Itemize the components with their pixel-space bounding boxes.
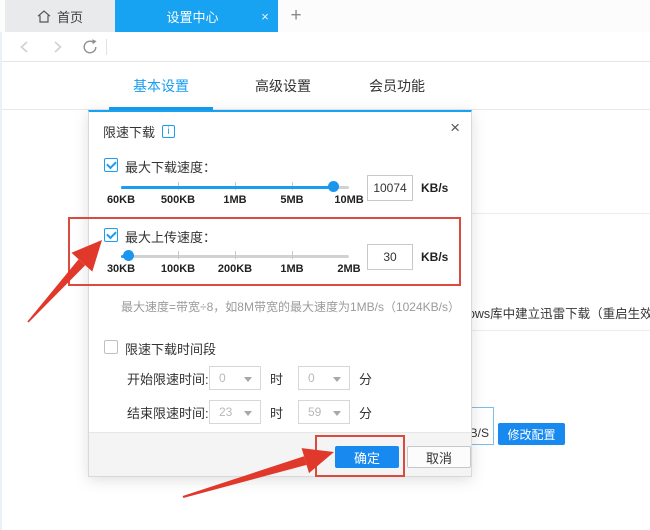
home-icon [37, 10, 51, 23]
new-tab-button[interactable]: + [283, 0, 309, 32]
upload-speed-input[interactable] [367, 244, 413, 270]
download-speed-input[interactable] [367, 175, 413, 201]
window-left-edge [0, 32, 2, 530]
slider-tick [292, 251, 293, 259]
speed-unit-fragment: B/S [470, 426, 489, 440]
start-minute-dropdown[interactable]: 0 [298, 366, 350, 390]
hour-unit: 时 [270, 403, 283, 422]
schedule-checkbox[interactable] [104, 340, 118, 354]
navigation-bar [0, 32, 650, 62]
slider-tick [235, 251, 236, 259]
end-minute-dropdown[interactable]: 59 [298, 400, 350, 424]
start-minute-value: 0 [308, 371, 315, 385]
tick-label: 10MB [334, 194, 363, 206]
tab-home-label: 首页 [57, 7, 83, 26]
download-speed-unit: KB/s [421, 181, 448, 195]
tick-label: 100KB [161, 263, 195, 275]
end-time-label: 结束限速时间: [127, 403, 209, 422]
tick-label: 5MB [280, 194, 303, 206]
upload-speed-unit: KB/s [421, 250, 448, 264]
tab-basic-settings[interactable]: 基本设置 [109, 62, 213, 110]
tick-label: 60KB [107, 194, 135, 206]
minute-unit: 分 [359, 403, 372, 422]
upload-speed-slider[interactable]: 30KB 100KB 200KB 1MB 2MB [121, 247, 349, 283]
chevron-down-icon [244, 411, 252, 416]
app-window: 首页 设置中心 × + 基本设置 高级设置 会员功能 dows库中建立 [0, 0, 650, 530]
section-divider [455, 330, 650, 331]
background-setting-text: dows库中建立迅雷下载（重启生效） [461, 303, 650, 322]
tab-settings-label: 设置中心 [115, 7, 252, 26]
section-divider [455, 213, 650, 214]
dialog-title-text: 限速下载 [103, 122, 155, 141]
speed-limit-dialog: 限速下载 i × 最大下载速度： 60KB 500KB 1MB 5MB 10MB… [88, 110, 472, 477]
refresh-icon[interactable] [78, 32, 102, 62]
ok-button[interactable]: 确定 [335, 446, 399, 468]
tick-label: 30KB [107, 263, 135, 275]
tick-label: 2MB [337, 263, 360, 275]
hour-unit: 时 [270, 369, 283, 388]
chevron-down-icon [244, 377, 252, 382]
tab-settings-center[interactable]: 设置中心 × [115, 0, 278, 32]
dialog-close-icon[interactable]: × [450, 118, 460, 138]
cancel-button[interactable]: 取消 [407, 446, 471, 468]
download-speed-label: 最大下载速度： [125, 157, 216, 176]
tick-label: 200KB [218, 263, 252, 275]
info-icon[interactable]: i [162, 125, 175, 138]
end-hour-value: 23 [219, 405, 232, 419]
slider-fill [121, 186, 333, 189]
modify-config-button[interactable]: 修改配置 [498, 423, 565, 445]
start-time-label: 开始限速时间: [127, 369, 209, 388]
download-speed-checkbox[interactable] [104, 158, 118, 172]
tick-label: 1MB [280, 263, 303, 275]
dialog-footer: 确定 取消 [89, 432, 471, 476]
tick-label: 1MB [223, 194, 246, 206]
tab-close-icon[interactable]: × [252, 9, 278, 24]
download-speed-slider[interactable]: 60KB 500KB 1MB 5MB 10MB [121, 178, 349, 214]
back-icon[interactable] [12, 32, 36, 62]
settings-tabs-row: 基本设置 高级设置 会员功能 [0, 62, 650, 110]
slider-handle[interactable] [123, 250, 134, 261]
schedule-label: 限速下载时间段 [125, 339, 216, 358]
chevron-down-icon [333, 377, 341, 382]
dialog-title: 限速下载 i [103, 122, 175, 141]
tab-home[interactable]: 首页 [5, 0, 115, 32]
start-hour-dropdown[interactable]: 0 [209, 366, 261, 390]
forward-icon[interactable] [46, 32, 70, 62]
upload-speed-label: 最大上传速度： [125, 227, 216, 246]
browser-tab-bar: 首页 设置中心 × + [0, 0, 650, 32]
chevron-down-icon [333, 411, 341, 416]
minute-unit: 分 [359, 369, 372, 388]
tab-member-features[interactable]: 会员功能 [352, 62, 442, 110]
end-hour-dropdown[interactable]: 23 [209, 400, 261, 424]
upload-speed-checkbox[interactable] [104, 228, 118, 242]
start-hour-value: 0 [219, 371, 226, 385]
tick-label: 500KB [161, 194, 195, 206]
slider-handle[interactable] [328, 181, 339, 192]
speed-formula-note: 最大速度=带宽÷8，如8M带宽的最大速度为1MB/s（1024KB/s） [121, 298, 460, 315]
tab-advanced-settings[interactable]: 高级设置 [238, 62, 328, 110]
end-minute-value: 59 [308, 405, 321, 419]
slider-tick [178, 251, 179, 259]
nav-divider [106, 39, 107, 55]
